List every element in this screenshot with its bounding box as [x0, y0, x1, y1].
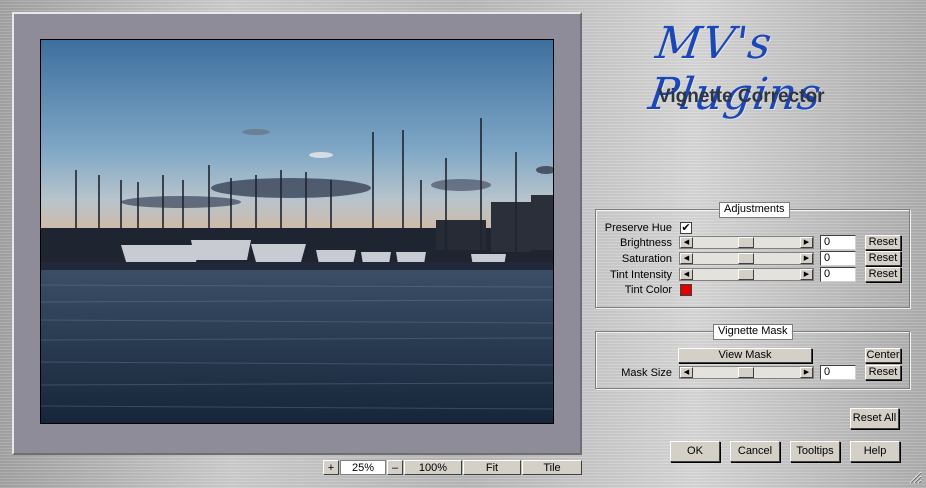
fit-button[interactable]: Fit: [463, 460, 521, 475]
preserve-hue-label: Preserve Hue: [604, 222, 672, 234]
tint-intensity-slider-thumb[interactable]: [738, 269, 754, 280]
chevron-right-icon[interactable]: ▶: [800, 269, 813, 280]
brightness-reset-button[interactable]: Reset: [865, 235, 901, 250]
preserve-hue-checkbox[interactable]: ✔: [680, 222, 692, 234]
mask-size-value-field[interactable]: 0: [820, 365, 856, 380]
saturation-reset-button[interactable]: Reset: [865, 251, 901, 266]
reset-all-button[interactable]: Reset All: [850, 408, 899, 429]
chevron-left-icon[interactable]: ◀: [680, 367, 693, 378]
vignette-mask-title: Vignette Mask: [713, 324, 793, 340]
brightness-slider-thumb[interactable]: [738, 237, 754, 248]
chevron-right-icon[interactable]: ▶: [800, 237, 813, 248]
harbor-photo: [41, 40, 553, 423]
tint-intensity-slider[interactable]: ◀ ▶: [679, 268, 814, 281]
tint-intensity-value-field[interactable]: 0: [820, 267, 856, 282]
saturation-value-field[interactable]: 0: [820, 251, 856, 266]
brightness-slider[interactable]: ◀ ▶: [679, 236, 814, 249]
vignette-corrector-window: { "logo": { "script": "MV's Plugins", "s…: [0, 0, 926, 488]
cancel-button[interactable]: Cancel: [730, 441, 780, 462]
view-mask-button[interactable]: View Mask: [678, 348, 812, 363]
brightness-label: Brightness: [620, 237, 672, 249]
tile-button[interactable]: Tile: [522, 460, 582, 475]
zoom-in-button[interactable]: +: [323, 460, 339, 475]
tint-color-swatch[interactable]: [680, 284, 692, 296]
ok-button[interactable]: OK: [670, 441, 720, 462]
mask-size-reset-button[interactable]: Reset: [865, 365, 901, 380]
tint-intensity-label: Tint Intensity: [610, 269, 672, 281]
chevron-right-icon[interactable]: ▶: [800, 253, 813, 264]
mask-size-slider[interactable]: ◀ ▶: [679, 366, 814, 379]
center-button[interactable]: Center: [865, 348, 901, 363]
tooltips-button[interactable]: Tooltips: [790, 441, 840, 462]
zoom-100-button[interactable]: 100%: [404, 460, 462, 475]
chevron-right-icon[interactable]: ▶: [800, 367, 813, 378]
zoom-level-field[interactable]: 25%: [340, 460, 386, 475]
resize-grip-icon[interactable]: [908, 470, 922, 484]
preview-image[interactable]: [40, 39, 554, 424]
chevron-left-icon[interactable]: ◀: [680, 253, 693, 264]
zoom-out-button[interactable]: –: [387, 460, 403, 475]
chevron-left-icon[interactable]: ◀: [680, 269, 693, 280]
plugin-logo: MV's Plugins: [645, 18, 825, 120]
tint-intensity-reset-button[interactable]: Reset: [865, 267, 901, 282]
mask-size-slider-thumb[interactable]: [738, 367, 754, 378]
saturation-slider[interactable]: ◀ ▶: [679, 252, 814, 265]
plugin-title: Vignette Corrector: [658, 86, 825, 107]
tint-color-label: Tint Color: [624, 284, 672, 296]
adjustments-title: Adjustments: [719, 202, 790, 218]
saturation-slider-thumb[interactable]: [738, 253, 754, 264]
help-button[interactable]: Help: [850, 441, 900, 462]
mask-size-label: Mask Size: [621, 367, 672, 379]
saturation-label: Saturation: [621, 253, 672, 265]
brightness-value-field[interactable]: 0: [820, 235, 856, 250]
chevron-left-icon[interactable]: ◀: [680, 237, 693, 248]
